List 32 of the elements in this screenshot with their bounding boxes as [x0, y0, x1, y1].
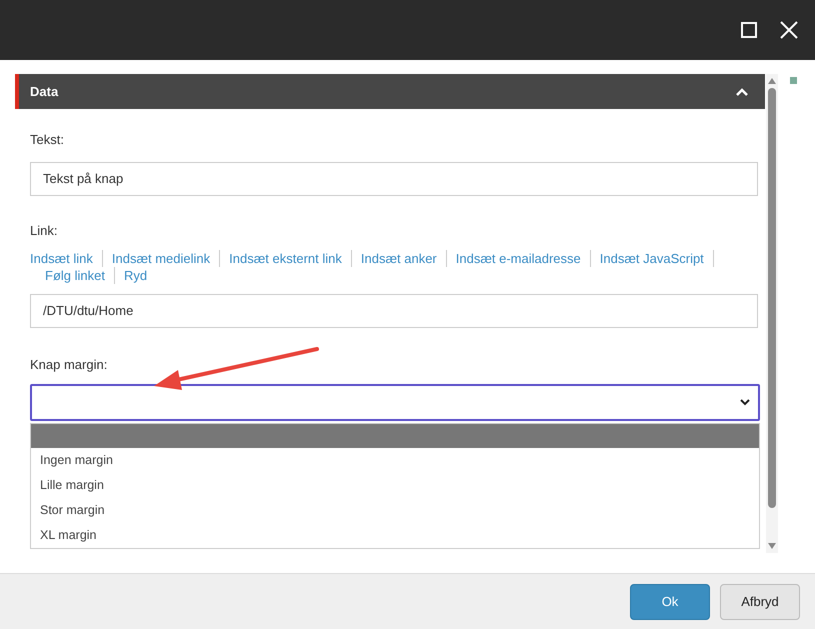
link-action[interactable]: Indsæt link: [30, 250, 93, 267]
section-title: Data: [30, 82, 58, 101]
section-header[interactable]: Data: [15, 74, 765, 109]
chevron-down-icon: [740, 398, 750, 406]
close-button[interactable]: [779, 20, 799, 40]
text-input[interactable]: Tekst på knap: [30, 162, 758, 196]
scroll-up-icon[interactable]: [768, 78, 776, 84]
dropdown-option[interactable]: Lille margin: [31, 472, 759, 498]
link-action[interactable]: Indsæt e-mailadresse: [456, 250, 581, 267]
cancel-button[interactable]: Afbryd: [720, 584, 800, 620]
link-action[interactable]: Indsæt medielink: [112, 250, 210, 267]
link-input[interactable]: /DTU/dtu/Home: [30, 294, 758, 328]
link-action[interactable]: Indsæt JavaScript: [600, 250, 704, 267]
dropdown-option[interactable]: XL margin: [31, 522, 759, 548]
dropdown-option[interactable]: Ingen margin: [31, 448, 759, 472]
maximize-button[interactable]: [739, 20, 759, 40]
link-action[interactable]: Indsæt eksternt link: [229, 250, 342, 267]
status-square-icon: [790, 77, 797, 84]
link-action[interactable]: Ryd: [124, 267, 148, 284]
link-action[interactable]: Følg linket: [45, 267, 105, 284]
highlighted-blank-option[interactable]: [31, 424, 759, 448]
scroll-down-icon[interactable]: [768, 543, 776, 549]
field-label: Knap margin:: [30, 356, 108, 374]
close-icon: [780, 21, 798, 39]
dropdown-option[interactable]: Stor margin: [31, 498, 759, 522]
ok-button[interactable]: Ok: [630, 584, 710, 620]
field-label: Link:: [30, 222, 58, 240]
select-field[interactable]: [30, 384, 760, 420]
scrollbar-thumb[interactable]: [768, 88, 776, 508]
field-label: Tekst:: [30, 131, 65, 149]
maximize-icon: [741, 22, 757, 38]
link-action[interactable]: Indsæt anker: [360, 250, 437, 267]
